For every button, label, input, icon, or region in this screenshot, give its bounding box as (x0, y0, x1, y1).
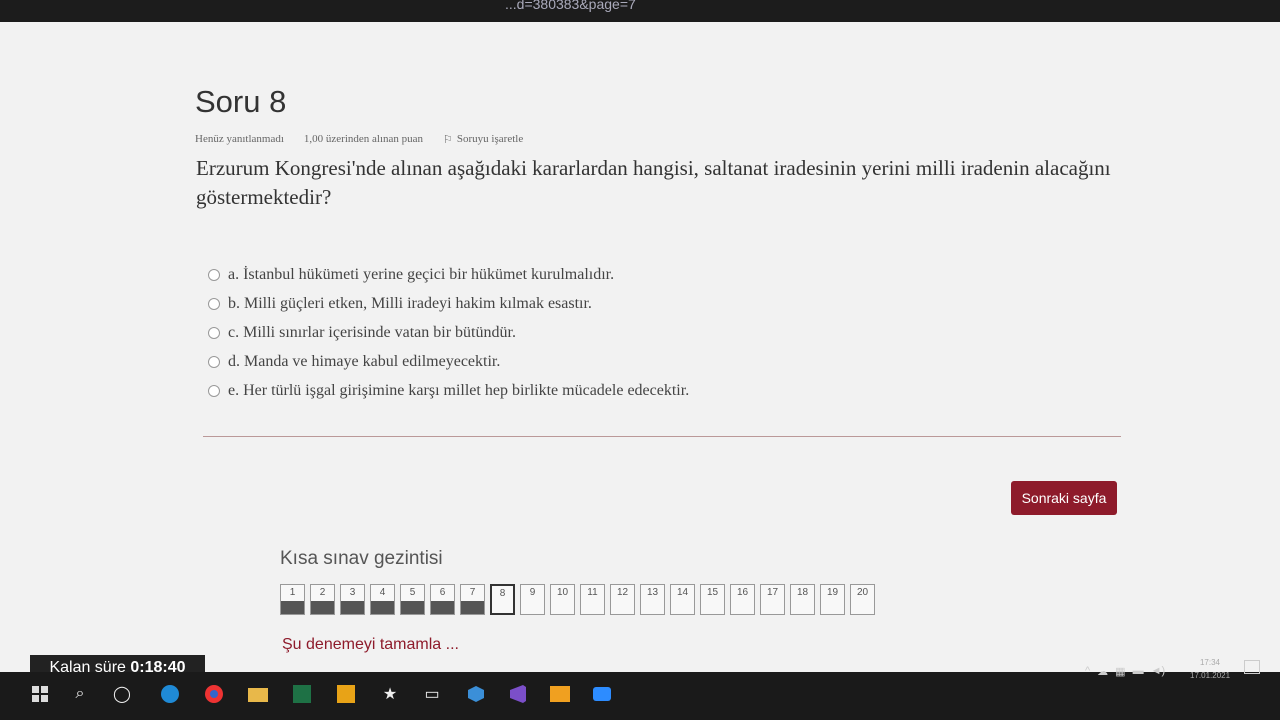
image-editor-icon[interactable] (546, 680, 574, 708)
chrome-browser-icon[interactable] (200, 680, 228, 708)
answer-option-c[interactable]: c. Milli sınırlar içerisinde vatan bir b… (208, 318, 689, 347)
question-text: Erzurum Kongresi'nde alınan aşağıdaki ka… (196, 156, 1111, 209)
answer-options: a. İstanbul hükümeti yerine geçici bir h… (208, 260, 689, 405)
battery-icon[interactable]: ▬ (1133, 665, 1144, 677)
notification-icon[interactable] (1244, 660, 1260, 674)
answer-status: Henüz yanıtlanmadı (195, 133, 284, 145)
flag-question-link[interactable]: ⚐ Soruyu işaretle (443, 133, 523, 146)
question-nav-button-5[interactable]: 5 (400, 584, 425, 615)
photos-icon[interactable] (332, 680, 360, 708)
quiz-navigation: 1 2 3 4 5 6 7 8 9 10 11 12 13 14 15 16 1… (280, 584, 875, 615)
next-page-button[interactable]: Sonraki sayfa (1011, 481, 1117, 515)
points-info: 1,00 üzerinden alınan puan (303, 133, 424, 145)
answer-label-e: e. Her türlü işgal girişimine karşı mill… (228, 381, 690, 399)
question-nav-button-10[interactable]: 10 (550, 584, 575, 615)
question-nav-button-18[interactable]: 18 (790, 584, 815, 615)
answer-label-b: b. Milli güçleri etken, Milli iradeyi ha… (228, 294, 592, 312)
question-nav-button-6[interactable]: 6 (430, 584, 455, 615)
radio-button-c[interactable] (208, 326, 220, 339)
answer-option-a[interactable]: a. İstanbul hükümeti yerine geçici bir h… (208, 260, 689, 289)
radio-button-a[interactable] (208, 268, 220, 281)
visual-studio-icon[interactable] (504, 680, 532, 708)
question-nav-button-19[interactable]: 19 (820, 584, 845, 615)
question-nav-button-14[interactable]: 14 (670, 584, 695, 615)
question-nav-button-4[interactable]: 4 (370, 584, 395, 615)
answer-label-c: c. Milli sınırlar içerisinde vatan bir b… (228, 323, 516, 341)
zoom-app-icon[interactable] (588, 680, 616, 708)
answer-label-a: a. İstanbul hükümeti yerine geçici bir h… (228, 265, 615, 283)
question-nav-button-2[interactable]: 2 (310, 584, 335, 615)
window-app-icon[interactable]: ▭ (418, 680, 446, 708)
3d-box-icon[interactable] (462, 680, 490, 708)
clock-date: 17.01.2021 (1190, 671, 1231, 680)
answer-option-b[interactable]: b. Milli güçleri etken, Milli iradeyi ha… (208, 289, 689, 318)
quiz-navigation-title: Kısa sınav gezintisi (280, 548, 443, 569)
answer-option-e[interactable]: e. Her türlü işgal girişimine karşı mill… (208, 376, 689, 405)
excel-icon[interactable] (288, 680, 316, 708)
question-nav-button-8[interactable]: 8 (490, 584, 515, 615)
edge-browser-icon[interactable] (156, 680, 184, 708)
flag-question-label: Soruyu işaretle (456, 133, 524, 145)
answer-label-d: d. Manda ve himaye kabul edilmeyecektir. (228, 352, 501, 370)
question-nav-button-3[interactable]: 3 (340, 584, 365, 615)
radio-button-b[interactable] (208, 297, 220, 310)
question-nav-button-17[interactable]: 17 (760, 584, 785, 615)
task-view-icon[interactable]: ◯ (108, 680, 136, 708)
cloud-icon[interactable]: ☁ (1097, 665, 1108, 678)
taskbar-clock[interactable]: 17:34 17.01.2021 (1190, 656, 1230, 682)
search-icon[interactable]: ⌕ (66, 680, 94, 708)
answer-option-d[interactable]: d. Manda ve himaye kabul edilmeyecektir. (208, 347, 689, 376)
network-icon[interactable]: ▦ (1115, 665, 1125, 678)
finish-attempt-link[interactable]: Şu denemeyi tamamla ... (282, 636, 459, 654)
question-nav-button-16[interactable]: 16 (730, 584, 755, 615)
radio-button-d[interactable] (208, 355, 220, 368)
question-nav-button-20[interactable]: 20 (850, 584, 875, 615)
radio-button-e[interactable] (208, 384, 220, 397)
clock-time: 17:34 (1199, 658, 1221, 667)
quiz-page: Soru 8 Henüz yanıtlanmadı 1,00 üzerinden… (0, 22, 1280, 672)
flag-icon: ⚐ (443, 134, 453, 146)
star-app-icon[interactable]: ★ (376, 680, 404, 708)
windows-start-icon[interactable] (26, 680, 54, 708)
chevron-up-icon[interactable]: ^ (1085, 665, 1090, 677)
question-nav-button-1[interactable]: 1 (280, 584, 305, 615)
question-info: Henüz yanıtlanmadı 1,00 üzerinden alınan… (195, 133, 523, 146)
volume-icon[interactable]: ◄) (1151, 665, 1166, 677)
question-nav-button-11[interactable]: 11 (580, 584, 605, 615)
question-nav-button-15[interactable]: 15 (700, 584, 725, 615)
question-nav-button-12[interactable]: 12 (610, 584, 635, 615)
divider (203, 436, 1121, 437)
file-explorer-icon[interactable] (244, 680, 272, 708)
question-nav-button-13[interactable]: 13 (640, 584, 665, 615)
question-nav-button-7[interactable]: 7 (460, 584, 485, 615)
address-bar-url[interactable]: ...d=380383&page=7 (505, 0, 636, 12)
question-nav-button-9[interactable]: 9 (520, 584, 545, 615)
system-tray: ^ ☁ ▦ ▬ ◄) (1085, 656, 1165, 686)
question-title: Soru 8 (195, 84, 287, 119)
